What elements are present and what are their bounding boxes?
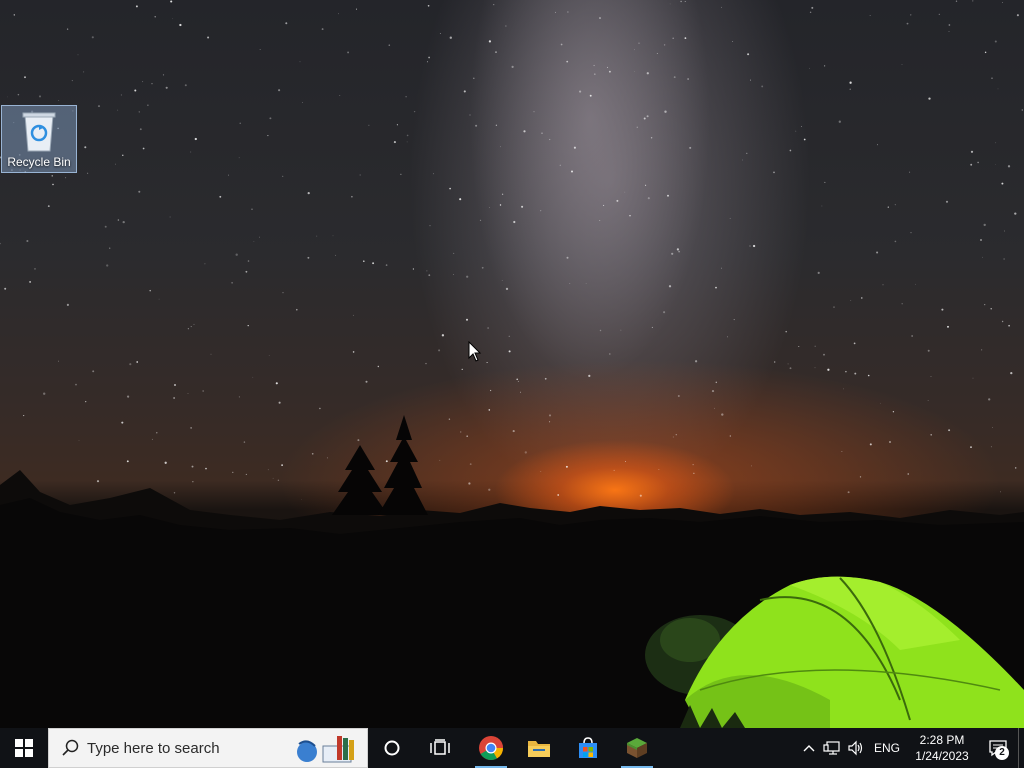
input-language-indicator[interactable]: ENG (868, 728, 906, 768)
cortana-button[interactable] (368, 728, 416, 768)
minecraft-icon (627, 738, 647, 758)
show-desktop-button[interactable] (1018, 728, 1024, 768)
start-button[interactable] (0, 728, 48, 768)
show-hidden-icons-button[interactable] (798, 728, 820, 768)
clock-date: 1/24/2023 (915, 749, 969, 763)
recycle-bin-label: Recycle Bin (7, 155, 71, 169)
mountain-landscape (0, 415, 1024, 728)
clock-time: 2:28 PM (919, 733, 965, 747)
windows-logo-icon (15, 739, 33, 757)
task-view-icon (430, 739, 450, 755)
speaker-icon (848, 740, 863, 756)
taskbar: Type here to search ENG 2:28 PM 1/24/202… (0, 728, 1024, 768)
chrome-icon (479, 736, 503, 761)
recycle-bin-icon (22, 112, 56, 152)
desktop-wallpaper[interactable]: Recycle Bin (0, 0, 1024, 728)
network-button[interactable] (820, 728, 844, 768)
clock-button[interactable]: 2:28 PM 1/24/2023 (906, 728, 978, 768)
network-icon (823, 741, 840, 755)
volume-button[interactable] (844, 728, 868, 768)
task-view-button[interactable] (416, 728, 464, 768)
search-highlight-books-icon (297, 736, 354, 763)
folder-icon (528, 741, 550, 757)
taskbar-app-minecraft[interactable] (613, 728, 661, 768)
desktop-icon-recycle-bin[interactable]: Recycle Bin (1, 105, 77, 173)
taskbar-app-chrome[interactable] (467, 728, 515, 768)
chevron-up-icon (803, 745, 815, 752)
search-icon (62, 739, 79, 756)
notification-count-badge: 2 (995, 746, 1009, 760)
taskbar-app-store[interactable] (564, 728, 612, 768)
taskbar-app-file-explorer[interactable] (515, 728, 563, 768)
cortana-circle-icon (384, 740, 400, 756)
search-placeholder: Type here to search (87, 739, 220, 757)
action-center-button[interactable]: 2 (978, 728, 1018, 768)
system-tray: ENG 2:28 PM 1/24/2023 2 (798, 728, 1024, 768)
search-input[interactable]: Type here to search (48, 728, 368, 768)
store-icon (579, 737, 597, 758)
mouse-pointer-icon (468, 341, 482, 362)
